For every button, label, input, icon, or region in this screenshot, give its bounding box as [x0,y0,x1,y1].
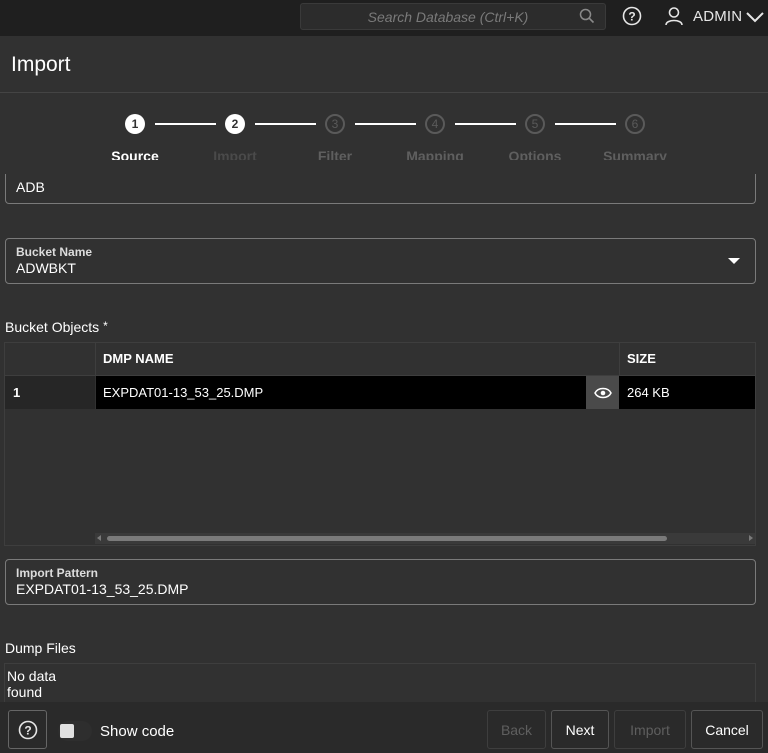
required-marker: * [103,319,108,333]
search-box[interactable] [300,3,606,30]
column-header-size[interactable]: SIZE [627,351,656,366]
show-code-label[interactable]: Show code [100,723,174,740]
search-icon[interactable] [579,8,595,29]
step-connector [355,123,416,125]
bucket-objects-label-text: Bucket Objects [5,319,100,335]
no-data-text: No data found [7,668,57,700]
bucket-name-label: Bucket Name [16,245,93,259]
toggle-knob [60,724,74,738]
top-bar: ? ADMIN [0,0,768,36]
step-connector [555,123,616,125]
scroll-left-icon[interactable] [97,535,101,541]
scrollbar-thumb[interactable] [107,536,667,541]
import-pattern-label: Import Pattern [16,566,99,580]
help-icon: ? [18,720,37,739]
table-row[interactable]: 1 EXPDAT01-13_53_25.DMP 264 KB [5,376,755,409]
step-3-circle[interactable]: 3 [325,114,345,134]
row-number: 1 [5,376,95,409]
chevron-down-icon[interactable] [745,10,765,28]
step-6-circle[interactable]: 6 [625,114,645,134]
search-input[interactable] [301,4,571,29]
dialog-footer: ? Show code Back Next Import Cancel [0,702,768,753]
help-icon[interactable]: ? [622,6,642,31]
caret-down-icon[interactable] [728,258,740,264]
back-button[interactable]: Back [487,710,546,749]
bucket-name-select[interactable]: Bucket Name ADWBKT [5,238,756,284]
size-cell: 264 KB [619,376,755,409]
step-4-circle[interactable]: 4 [425,114,445,134]
column-header-dmp-name[interactable]: DMP NAME [103,351,174,366]
help-button[interactable]: ? [8,710,47,749]
bucket-name-value: ADWBKT [16,260,76,276]
step-2-circle[interactable]: 2 [225,114,245,134]
dump-files-grid: No data found [4,663,756,703]
import-pattern-field[interactable]: Import Pattern EXPDAT01-13_53_25.DMP [5,559,756,605]
page-title: Import [11,53,71,76]
bucket-objects-grid: DMP NAME SIZE 1 EXPDAT01-13_53_25.DMP 26… [4,342,756,546]
bucket-objects-label: Bucket Objects * [5,319,108,335]
dump-files-label: Dump Files [5,640,76,656]
user-icon[interactable] [664,6,684,31]
dialog-header: Import [0,36,768,93]
scroll-right-icon[interactable] [749,535,753,541]
step-connector [155,123,216,125]
user-name[interactable]: ADMIN [693,8,742,25]
svg-text:?: ? [628,10,635,24]
step-1-circle[interactable]: 1 [125,114,145,134]
show-code-toggle[interactable] [58,721,92,741]
next-button[interactable]: Next [551,710,609,749]
eye-icon[interactable] [586,376,619,409]
source-value: ADB [16,179,45,195]
stepper-overlap-mask [0,160,768,174]
horizontal-scrollbar[interactable] [95,533,755,544]
grid-header: DMP NAME SIZE [5,343,755,376]
dmp-name-cell[interactable]: EXPDAT01-13_53_25.DMP [96,376,586,409]
import-pattern-value[interactable]: EXPDAT01-13_53_25.DMP [16,581,189,597]
cancel-button[interactable]: Cancel [691,710,763,749]
column-divider [619,343,620,376]
import-button[interactable]: Import [614,710,686,749]
svg-text:?: ? [24,723,31,737]
step-5-circle[interactable]: 5 [525,114,545,134]
column-divider [95,343,96,376]
step-connector [255,123,316,125]
step-connector [455,123,516,125]
